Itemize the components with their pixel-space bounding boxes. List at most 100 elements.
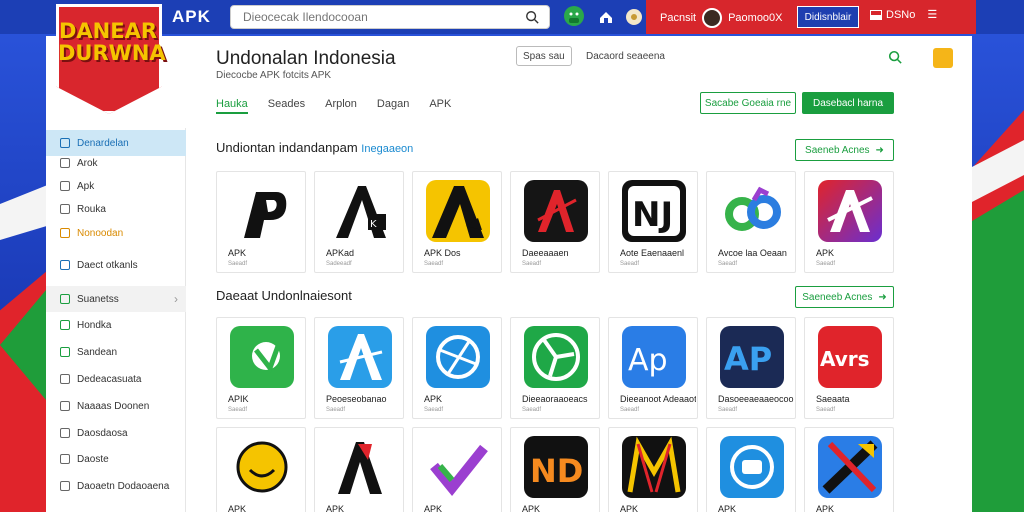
app-chat-icon (720, 436, 784, 498)
tab-seades[interactable]: Seades (268, 98, 305, 114)
sidebar-item-nonoodan[interactable]: Nonoodan (46, 220, 186, 246)
app-icon (60, 347, 70, 357)
svg-text:AP: AP (724, 340, 772, 378)
app-card[interactable]: APK (412, 427, 502, 512)
app-card[interactable]: ND APK (510, 427, 600, 512)
sidebar-item-sandean[interactable]: Sandean (46, 339, 186, 365)
app-card[interactable]: AP Dasoeeaeaaeocoo Saeadf (706, 317, 796, 419)
app-card[interactable]: APK (216, 427, 306, 512)
logo-text: DANEAR DURWNA (58, 19, 166, 65)
sidebar-item-rouka[interactable]: Rouka (46, 196, 186, 222)
app-card[interactable]: Ap Dieeanoot Adeaaot Saeadf (608, 317, 698, 419)
app-card[interactable]: APK (608, 427, 698, 512)
arrow-right-icon: ➜ (875, 144, 884, 156)
see-more-label: Saeneeb Acnes (802, 291, 873, 303)
top-action-button[interactable]: Didisnblair (797, 6, 859, 28)
app-card[interactable]: APIK Saeadf (216, 317, 306, 419)
app-name: APIK (228, 394, 249, 404)
language-selector[interactable]: DSNo ☰ (870, 8, 937, 21)
app-card[interactable]: APK (804, 427, 894, 512)
section-title-text: Undiontan indandanpam (216, 140, 358, 155)
sidebar-item-label: Daoste (77, 453, 109, 465)
app-icon (60, 204, 70, 214)
app-name: APK (424, 504, 443, 512)
app-card[interactable]: Dieeaoraaoeacs Saeadf (510, 317, 600, 419)
share-icon[interactable] (597, 8, 615, 26)
app-avrs-icon: Avrs (818, 326, 882, 388)
sidebar-item-suanetss[interactable]: Suanetss › (46, 286, 186, 312)
app-card[interactable]: APK Saeadf (412, 317, 502, 419)
see-more-button[interactable]: Saeneeb Acnes ➜ (795, 286, 894, 308)
app-p-icon (230, 180, 294, 242)
sidebar-item-label: Daosdaosa (77, 427, 128, 439)
svg-text:Avrs: Avrs (820, 347, 870, 371)
app-card[interactable]: APK Saeadf (804, 171, 894, 273)
search-icon[interactable] (888, 50, 902, 64)
app-icon (60, 260, 70, 270)
search-box[interactable] (230, 5, 550, 29)
sidebar-item-daoaetn[interactable]: Daoaetn Dodaoaena (46, 473, 186, 499)
app-meta: Saeadf (522, 407, 542, 413)
svg-text:ND: ND (530, 452, 583, 490)
tab-apk[interactable]: APK (429, 98, 451, 114)
app-icon (60, 401, 70, 411)
see-more-button[interactable]: Saeneb Acnes ➜ (795, 139, 894, 161)
tab-dagan[interactable]: Dagan (377, 98, 409, 114)
chevron-right-icon: › (174, 292, 178, 306)
flag-icon (870, 9, 882, 20)
app-meta: Saeadf (718, 407, 738, 413)
app-meta: Saeadf (228, 407, 248, 413)
app-icon (60, 374, 70, 384)
header-button-1[interactable]: Spas sau (516, 46, 572, 66)
app-name: APK Dos (424, 248, 461, 258)
notification-icon[interactable] (933, 48, 953, 68)
solid-action-button[interactable]: Dasebacl harna (802, 92, 894, 114)
outline-action-button[interactable]: Sacabe Goeaia rne (700, 92, 796, 114)
tab-home[interactable]: Hauka (216, 98, 248, 114)
tab-arplon[interactable]: Arplon (325, 98, 357, 114)
app-card[interactable]: Avrs Saeaata Saeadf (804, 317, 894, 419)
app-ap-icon: Ap (622, 326, 686, 388)
sidebar-item-daect[interactable]: Daect otkanls (46, 252, 186, 278)
app-smiley-icon (230, 436, 294, 498)
sidebar-item-label: Nonoodan (77, 227, 124, 239)
app-card[interactable]: Avcoe laa Oeaan Saeadf (706, 171, 796, 273)
app-card[interactable]: APK Saeadf (216, 171, 306, 273)
app-card[interactable]: APK (706, 427, 796, 512)
section-accent[interactable]: Inegaaeon (361, 143, 413, 155)
menu-icon[interactable]: ☰ (927, 8, 937, 21)
app-card[interactable]: Daeeaaaen Saeadf (510, 171, 600, 273)
sidebar-item-label: Rouka (77, 203, 106, 215)
app-card[interactable]: Peoeseobanao Saeadf (314, 317, 404, 419)
header-button-2[interactable]: Dacaord seaeena (580, 46, 671, 66)
sidebar-item-naaaas[interactable]: Naaaas Doonen (46, 393, 186, 419)
search-input[interactable] (243, 6, 523, 28)
android-icon[interactable] (563, 5, 585, 27)
app-card[interactable]: K APKad Sadeeadf (314, 171, 404, 273)
user-area[interactable]: Pacnsit Paomoo0X (660, 8, 783, 28)
sidebar-item-label: Denardelan (77, 137, 129, 149)
app-meta: Saeadf (522, 261, 542, 267)
app-meta: Saeadf (326, 407, 346, 413)
app-a-icon (328, 326, 392, 388)
app-ab-icon (720, 180, 784, 242)
page-subtitle: Diecocbe APK fotcits APK (216, 70, 332, 81)
app-card[interactable]: APK (314, 427, 404, 512)
sidebar-item-hondka[interactable]: Hondka (46, 312, 186, 338)
sidebar-item-label: Naaaas Doonen (77, 400, 150, 412)
sidebar-item-daoste[interactable]: Daoste (46, 446, 186, 472)
settings-icon[interactable] (625, 8, 643, 26)
app-globe-icon (426, 326, 490, 388)
see-more-label: Saeneb Acnes (805, 144, 870, 156)
app-name: APK (228, 248, 247, 258)
app-icon (60, 454, 70, 464)
avatar[interactable] (702, 8, 723, 28)
app-card[interactable]: NJ Aote Eaenaaenl Saeadf (608, 171, 698, 273)
tab-bar: Hauka Seades Arplon Dagan APK (216, 98, 451, 114)
app-name: Avcoe laa Oeaan (718, 248, 787, 258)
sidebar-item-daosdaosa[interactable]: Daosdaosa (46, 420, 186, 446)
sidebar-item-dedeacasuata[interactable]: Dedeacasuata (46, 366, 186, 392)
sidebar-item-label: Suanetss (77, 293, 119, 305)
app-card[interactable]: APK Dos Saeadf (412, 171, 502, 273)
search-icon[interactable] (525, 10, 539, 24)
